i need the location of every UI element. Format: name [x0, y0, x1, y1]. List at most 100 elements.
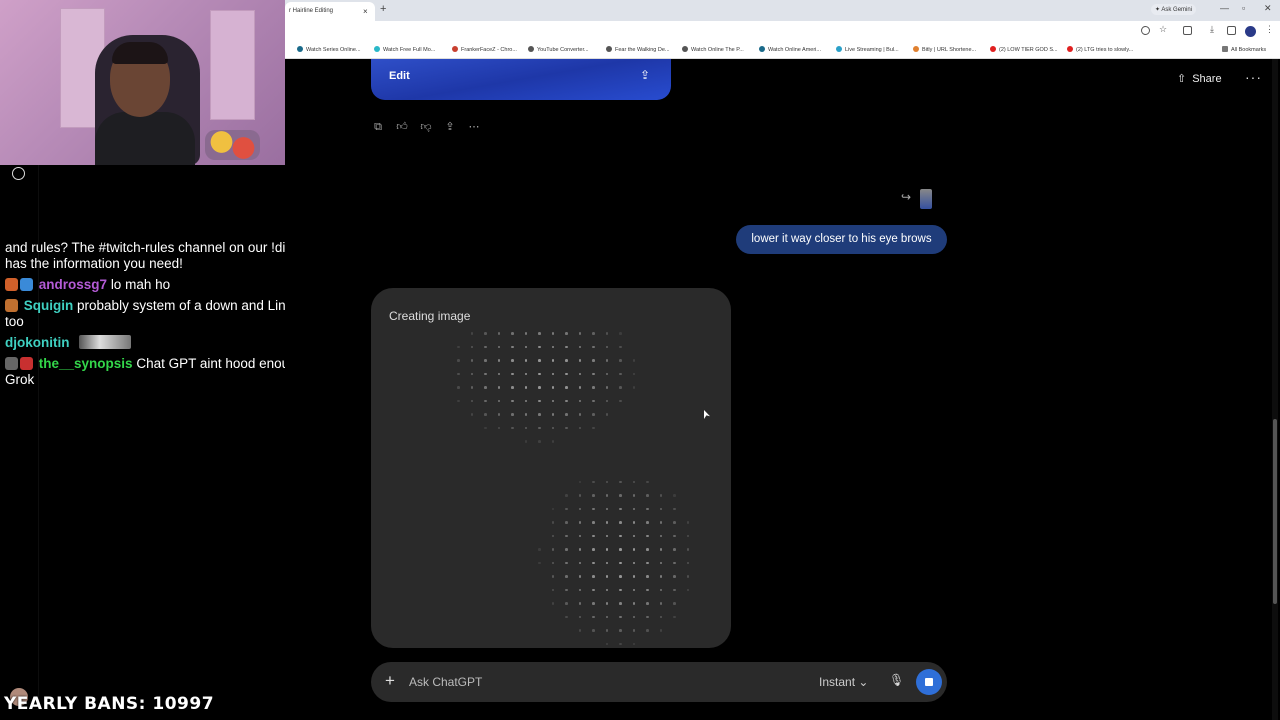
loading-dot: [646, 602, 649, 605]
loading-dot: [619, 615, 622, 619]
plus-icon[interactable]: +: [385, 671, 395, 691]
bookmark-item[interactable]: Watch Series Online...: [297, 46, 361, 53]
loading-dot: [605, 386, 609, 389]
loading-dot: [619, 507, 622, 511]
new-tab-button[interactable]: +: [380, 3, 386, 15]
loading-dot: [673, 534, 676, 538]
prompt-input[interactable]: [409, 672, 789, 692]
loading-dot: [511, 332, 514, 335]
chat-username[interactable]: androssg7: [39, 277, 107, 292]
close-window-icon[interactable]: ✕: [1264, 3, 1272, 14]
scrollbar-track[interactable]: [1272, 59, 1278, 720]
loading-dot: [592, 548, 595, 551]
bookmark-item[interactable]: YouTube Converter...: [528, 46, 589, 53]
loading-dot: [605, 345, 609, 349]
side-panel-icon[interactable]: [1227, 26, 1236, 35]
browser-tab-bar: r Hairline Editing × + ✦ Ask Gemini — ▫ …: [285, 0, 1280, 21]
loading-dot: [646, 494, 649, 497]
attached-image-thumbnail[interactable]: [920, 189, 932, 209]
loading-dot: [551, 359, 555, 362]
share-label: Share: [1192, 73, 1222, 85]
scrollbar-thumb[interactable]: [1273, 419, 1277, 604]
youtube-icon: [1067, 46, 1073, 52]
tab-title: r Hairline Editing: [289, 8, 334, 14]
bookmarks-bar: Watch Series Online... Watch Free Full M…: [285, 42, 1280, 59]
loading-dot: [551, 372, 555, 376]
webcam-toy: [205, 130, 260, 160]
loading-dot: [484, 359, 487, 362]
close-icon[interactable]: ×: [363, 7, 368, 16]
bookmark-item[interactable]: (2) LTG tries to slowly...: [1067, 46, 1133, 53]
loading-dot: [565, 521, 568, 524]
loading-dot: [565, 615, 568, 619]
loading-dot: [619, 480, 622, 484]
loading-dot: [605, 561, 609, 565]
bookmark-item[interactable]: (2) LOW TIER GOD S...: [990, 46, 1058, 53]
loading-dot: [673, 602, 676, 605]
loading-dot: [578, 548, 582, 551]
star-icon[interactable]: ☆: [1159, 24, 1168, 34]
share-button[interactable]: ⇧ Share: [1177, 72, 1222, 85]
profile-avatar[interactable]: [1245, 26, 1256, 37]
zoom-icon[interactable]: [1141, 26, 1150, 35]
more-options-button[interactable]: ···: [1245, 69, 1262, 85]
loading-dot: [619, 372, 622, 376]
copy-icon[interactable]: ⧉: [371, 120, 385, 134]
model-selector[interactable]: Instant ⌄: [819, 675, 868, 689]
loading-dot: [538, 426, 541, 430]
minimize-icon[interactable]: —: [1220, 3, 1229, 13]
loading-dot: [605, 413, 609, 416]
bookmark-label: All Bookmarks: [1231, 47, 1267, 53]
all-bookmarks[interactable]: All Bookmarks: [1222, 46, 1266, 53]
loading-dot: [551, 521, 555, 524]
menu-icon[interactable]: ⋮: [1265, 24, 1274, 34]
loading-dot: [551, 561, 555, 565]
loading-dot: [497, 386, 501, 389]
loading-dot: [524, 413, 528, 416]
loading-dot: [470, 372, 474, 376]
loading-dots: [457, 332, 697, 646]
bookmark-item[interactable]: Live Streaming | Bul...: [836, 46, 899, 53]
share-icon[interactable]: ⇪: [443, 120, 457, 134]
bookmark-item[interactable]: Watch Free Full Mo...: [374, 46, 435, 53]
maximize-icon[interactable]: ▫: [1242, 3, 1245, 13]
loading-dot: [524, 372, 528, 376]
loading-dot: [646, 534, 649, 538]
bookmark-item[interactable]: Watch Online The P...: [682, 46, 744, 53]
loading-dot: [497, 359, 501, 362]
loading-dot: [686, 588, 690, 592]
loading-dot: [551, 332, 555, 335]
loading-dot: [619, 345, 622, 349]
thumbs-up-icon[interactable]: 👍︎: [395, 120, 409, 134]
loading-dot: [619, 629, 622, 632]
loading-dot: [592, 588, 595, 592]
loading-dot: [578, 615, 582, 619]
upload-icon[interactable]: ⇪: [640, 68, 650, 82]
microphone-icon[interactable]: 🎙︎: [889, 673, 904, 687]
loading-dot: [565, 575, 568, 578]
loading-dot: [646, 521, 649, 524]
loading-dot: [551, 413, 555, 416]
bookmark-item[interactable]: Fear the Walking De...: [606, 46, 670, 53]
loading-dot: [551, 602, 555, 605]
extensions-icon[interactable]: [1183, 26, 1192, 35]
thumbs-down-icon[interactable]: 👎︎: [419, 120, 433, 134]
ask-gemini-button[interactable]: ✦ Ask Gemini: [1151, 4, 1197, 15]
chat-username[interactable]: Squigin: [24, 298, 74, 313]
bookmark-item[interactable]: FrankerFaceZ - Chro...: [452, 46, 517, 53]
more-icon[interactable]: ⋯: [467, 120, 481, 134]
bookmark-item[interactable]: Watch Online Ameri...: [759, 46, 821, 53]
loading-dot: [592, 480, 595, 484]
loading-dot: [538, 345, 541, 349]
image-edit-button[interactable]: Edit: [389, 70, 410, 82]
download-icon[interactable]: ⤓: [1210, 24, 1219, 34]
loading-dot: [497, 426, 501, 430]
stop-button[interactable]: [916, 669, 942, 695]
loading-dot: [659, 507, 663, 511]
bookmark-item[interactable]: Bitly | URL Shortene...: [913, 46, 976, 53]
generated-image[interactable]: [371, 59, 671, 100]
chat-username[interactable]: the__synopsis: [39, 356, 133, 371]
chat-username[interactable]: djokonitin: [5, 335, 70, 350]
loading-dot: [511, 345, 514, 349]
browser-tab[interactable]: r Hairline Editing ×: [285, 2, 375, 21]
